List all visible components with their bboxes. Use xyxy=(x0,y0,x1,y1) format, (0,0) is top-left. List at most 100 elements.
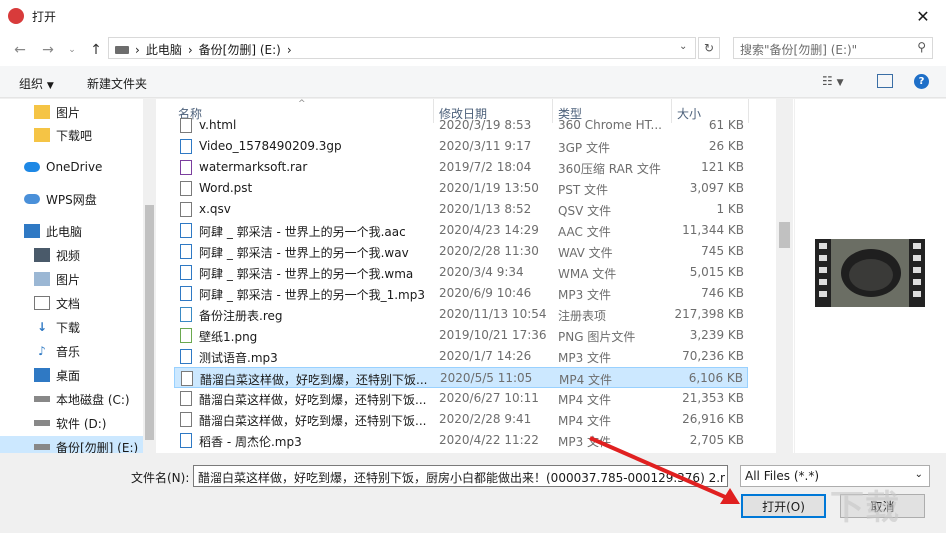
file-date: 2020/6/9 10:46 xyxy=(439,286,532,300)
sidebar-item-label: 图片 xyxy=(56,272,81,287)
sidebar-item-desktop[interactable]: 桌面 xyxy=(0,364,144,386)
file-type: MP4 文件 xyxy=(558,393,612,407)
file-row[interactable]: 阿肆 _ 郭采洁 - 世界上的另一个我_1.mp3 2020/6/9 10:46 M… xyxy=(174,283,748,304)
help-button[interactable]: ? xyxy=(914,74,929,89)
file-type: MP4 文件 xyxy=(559,373,613,387)
sidebar-item-label: 下载 xyxy=(56,320,81,335)
breadcrumb-this-pc[interactable]: 此电脑 xyxy=(146,41,182,58)
file-icon xyxy=(180,244,192,259)
video-thumbnail xyxy=(815,239,925,307)
file-row[interactable]: Video_1578490209.3gp 2020/3/11 9:17 3GP 文件… xyxy=(174,136,748,157)
file-type: PNG 图片文件 xyxy=(558,330,636,344)
sidebar-item-videos[interactable]: 视频 xyxy=(0,244,144,266)
open-button[interactable]: 打开(O) xyxy=(741,494,826,518)
new-folder-button[interactable]: 新建文件夹 xyxy=(87,75,147,92)
file-name: Video_1578490209.3gp xyxy=(199,139,342,153)
file-type: MP3 文件 xyxy=(558,351,612,365)
sidebar-item-documents[interactable]: 文档 xyxy=(0,292,144,314)
file-row[interactable]: 阿肆 _ 郭采洁 - 世界上的另一个我.aac 2020/4/23 14:29 AA… xyxy=(174,220,748,241)
file-size: 5,015 KB xyxy=(689,265,744,279)
file-name: watermarksoft.rar xyxy=(199,160,308,174)
drive-icon xyxy=(34,396,50,402)
file-row[interactable]: 阿肆 _ 郭采洁 - 世界上的另一个我.wav 2020/2/28 11:30 WA… xyxy=(174,241,748,262)
file-row[interactable]: 阿肆 _ 郭采洁 - 世界上的另一个我.wma 2020/3/4 9:34 WMA … xyxy=(174,262,748,283)
sidebar-scrollbar-thumb[interactable] xyxy=(145,205,154,440)
file-date: 2020/11/13 10:54 xyxy=(439,307,547,321)
address-dropdown-icon[interactable]: ⌄ xyxy=(679,41,687,52)
file-row[interactable]: 醋溜白菜这样做，好吃到爆，还特别下饭... 2020/5/5 11:05 MP4 文… xyxy=(174,367,748,388)
filename-label: 文件名(N): xyxy=(131,471,190,485)
file-row[interactable]: 壁纸1.png 2019/10/21 17:36 PNG 图片文件 3,239 KB xyxy=(174,325,748,346)
window-title: 打开 xyxy=(32,10,57,24)
chevron-down-icon: ▼ xyxy=(46,81,54,91)
sidebar-item-wps-drive[interactable]: WPS网盘 xyxy=(0,188,144,210)
file-row[interactable]: 醋溜白菜这样做，好吃到爆，还特别下饭... 2020/2/28 9:41 MP4 文… xyxy=(174,409,748,430)
search-input[interactable]: 搜索"备份[勿删] (E:)" ⚲ xyxy=(733,37,933,59)
drive-icon xyxy=(34,444,50,450)
sidebar-item-onedrive[interactable]: OneDrive xyxy=(0,156,144,178)
document-folder-icon xyxy=(34,296,50,310)
breadcrumb-separator-icon: › xyxy=(187,42,193,57)
sidebar-item-pictures-pin[interactable]: 图片 xyxy=(0,101,144,123)
file-row[interactable]: v.html 2020/3/19 8:53 360 Chrome HT... 61 K… xyxy=(174,115,748,136)
file-list-scrollbar[interactable] xyxy=(776,99,793,453)
column-divider[interactable] xyxy=(748,99,749,123)
sidebar-item-music[interactable]: ♪ 音乐 xyxy=(0,340,144,362)
file-icon xyxy=(180,160,192,175)
file-row[interactable]: x.qsv 2020/1/13 8:52 QSV 文件 1 KB xyxy=(174,199,748,220)
folder-icon xyxy=(34,128,50,142)
recent-dropdown-button[interactable]: ⌄ xyxy=(62,40,82,60)
file-name: 阿肆 _ 郭采洁 - 世界上的另一个我_1.mp3 xyxy=(199,288,425,302)
file-date: 2020/3/4 9:34 xyxy=(439,265,524,279)
forward-button[interactable]: → xyxy=(38,40,58,60)
sidebar-item-label: 文档 xyxy=(56,296,81,311)
file-icon xyxy=(180,181,192,196)
preview-pane-button[interactable] xyxy=(877,74,893,88)
file-type: WAV 文件 xyxy=(558,246,613,260)
file-size: 3,239 KB xyxy=(689,328,744,342)
file-size: 11,344 KB xyxy=(682,223,744,237)
refresh-button[interactable]: ↻ xyxy=(698,37,720,59)
file-row[interactable]: watermarksoft.rar 2019/7/2 18:04 360压缩 RAR… xyxy=(174,157,748,178)
sidebar-item-label: 音乐 xyxy=(56,344,81,359)
file-type: 注册表项 xyxy=(558,309,607,323)
refresh-icon: ↻ xyxy=(703,41,715,55)
help-icon: ? xyxy=(918,76,925,87)
file-icon xyxy=(181,371,193,386)
sidebar-item-downloads[interactable]: ↓ 下载 xyxy=(0,316,144,338)
computer-icon xyxy=(24,224,40,238)
annotation-arrow xyxy=(589,436,740,504)
file-row[interactable]: 醋溜白菜这样做，好吃到爆，还特别下饭... 2020/6/27 10:11 MP4 … xyxy=(174,388,748,409)
up-button[interactable]: ↑ xyxy=(86,40,106,60)
file-date: 2020/2/28 11:30 xyxy=(439,244,539,258)
download-arrow-icon: ↓ xyxy=(36,320,48,334)
drive-icon xyxy=(34,420,50,426)
file-row[interactable]: 测试语音.mp3 2020/1/7 14:26 MP3 文件 70,236 KB xyxy=(174,346,748,367)
file-icon xyxy=(180,349,192,364)
breadcrumb-drive-e[interactable]: 备份[勿删] (E:) xyxy=(199,41,281,58)
file-row[interactable]: Word.pst 2020/1/19 13:50 PST 文件 3,097 KB xyxy=(174,178,748,199)
file-icon xyxy=(180,328,192,343)
file-type-value: All Files (*.*) xyxy=(745,469,820,483)
sort-ascending-icon: ^ xyxy=(298,99,306,109)
address-bar[interactable]: › 此电脑 › 备份[勿删] (E:) › ⌄ xyxy=(108,37,696,59)
sidebar-item-drive-c[interactable]: 本地磁盘 (C:) xyxy=(0,388,144,410)
organize-label: 组织 xyxy=(19,77,44,91)
sidebar-item-this-pc[interactable]: 此电脑 xyxy=(0,220,144,242)
file-icon xyxy=(180,139,192,154)
close-button[interactable]: ✕ xyxy=(900,0,946,32)
file-icon xyxy=(180,307,192,322)
sidebar-item-drive-d[interactable]: 软件 (D:) xyxy=(0,412,144,434)
search-icon: ⚲ xyxy=(917,40,926,54)
view-options-button[interactable]: ☷ ▼ xyxy=(822,74,844,88)
sidebar-item-pictures[interactable]: 图片 xyxy=(0,268,144,290)
drive-icon xyxy=(115,45,129,54)
organize-button[interactable]: 组织 ▼ xyxy=(19,75,54,92)
file-row[interactable]: 备份注册表.reg 2020/11/13 10:54 注册表项 217,398 KB xyxy=(174,304,748,325)
file-type: AAC 文件 xyxy=(558,225,611,239)
file-list-scrollbar-thumb[interactable] xyxy=(779,222,790,248)
file-size: 21,353 KB xyxy=(682,391,744,405)
back-button[interactable]: ← xyxy=(10,40,30,60)
file-name: 测试语音.mp3 xyxy=(199,351,278,365)
sidebar-item-xiazaiba[interactable]: 下载吧 xyxy=(0,124,144,146)
